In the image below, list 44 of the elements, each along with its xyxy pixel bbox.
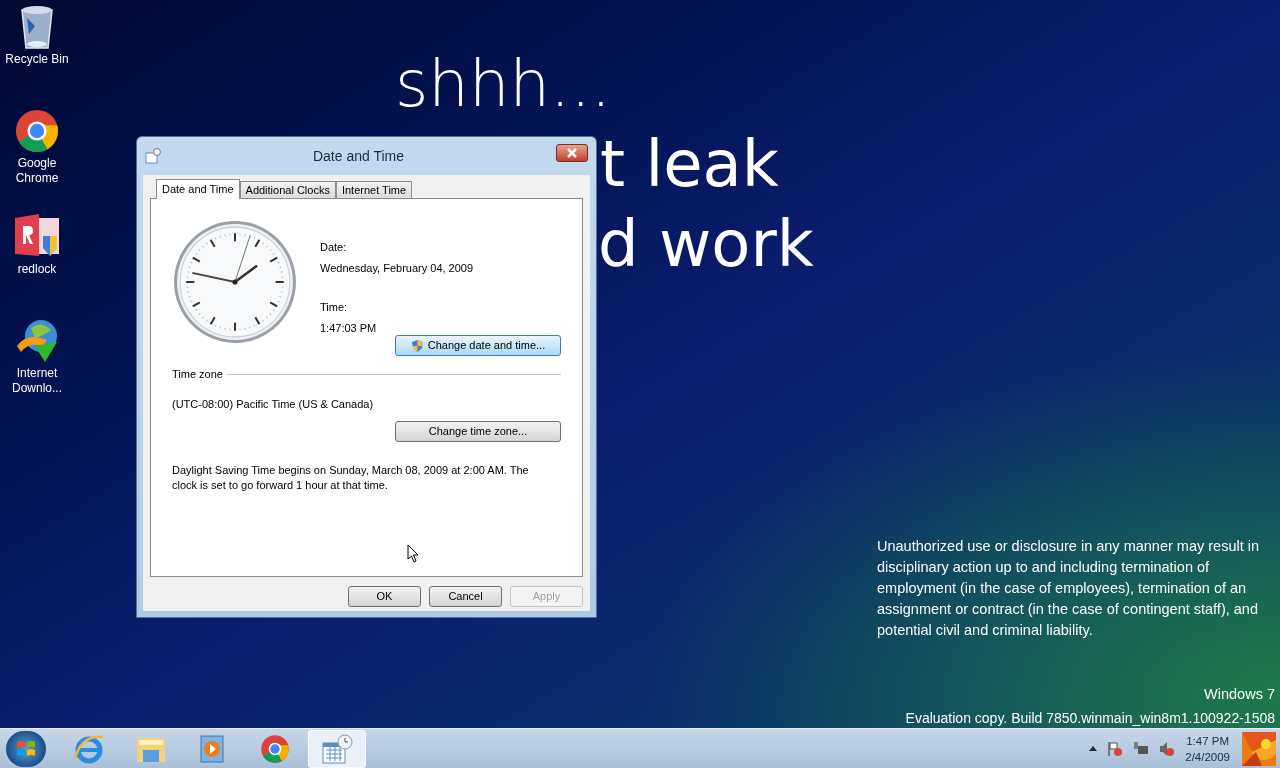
- os-name: Windows 7: [1204, 685, 1275, 704]
- section-heading: Time zone: [172, 367, 223, 382]
- time-value: 1:47:03 PM: [320, 320, 378, 336]
- legal-notice: Unauthorized use or disclosure in any manner may result in disciplinary action up to and including termination of employment (in the case of employees), termination of an assignment or contract (in the case of contingent staff), and potential civil and criminal liability.: [877, 537, 1261, 640]
- tab[interactable]: Internet Time: [335, 181, 413, 198]
- dialog-button[interactable]: Cancel: [429, 586, 502, 607]
- dialog-button[interactable]: OK: [348, 586, 421, 607]
- taskbar-button[interactable]: [308, 729, 366, 768]
- wallpaper-text: t leak: [600, 132, 779, 196]
- start-button[interactable]: [6, 730, 46, 767]
- tray-date[interactable]: 2/4/2009: [1185, 748, 1230, 765]
- calendar-clock-icon: [145, 148, 161, 164]
- tab[interactable]: Additional Clocks: [239, 181, 336, 198]
- media-player-icon: [199, 733, 227, 764]
- time-label: Time:: [320, 300, 349, 315]
- windows-logo-icon: [16, 739, 36, 758]
- calendar-clock-icon: [321, 732, 353, 765]
- chrome-icon: [260, 733, 290, 764]
- desktop-icon-label[interactable]: Google Chrome: [1, 156, 73, 186]
- desktop-icon-label[interactable]: Internet Downlo...: [1, 366, 73, 396]
- window-title: Date and Time: [311, 146, 406, 166]
- close-icon: [567, 148, 577, 158]
- change-timezone-button[interactable]: Change time zone...: [395, 421, 561, 442]
- chrome-icon: [14, 108, 60, 154]
- tab[interactable]: Date and Time: [156, 179, 240, 199]
- network-icon[interactable]: [1133, 740, 1150, 757]
- tray-time[interactable]: 1:47 PM: [1186, 732, 1230, 749]
- timezone-value: (UTC-08:00) Pacific Time (US & Canada): [172, 396, 375, 412]
- shield-icon: [410, 338, 424, 353]
- flag-error-icon[interactable]: [1107, 740, 1124, 757]
- date-value: Wednesday, February 04, 2009: [320, 260, 474, 276]
- show-hidden-icons-icon[interactable]: [1089, 746, 1098, 751]
- date-label: Date:: [320, 240, 348, 255]
- wallpaper-text: d work: [598, 212, 814, 276]
- speaker-muted-icon[interactable]: [1159, 740, 1176, 757]
- dst-note: Daylight Saving Time begins on Sunday, March 08, 2009 at 2:00 AM. The clock is set to go forward 1 hour at that time.: [172, 463, 530, 493]
- cursor-icon: [407, 544, 419, 563]
- desktop-icon-label[interactable]: Recycle Bin: [1, 52, 73, 67]
- wallpaper-text: shhh...: [395, 52, 612, 116]
- change-date-button[interactable]: Change date and time...: [395, 335, 561, 356]
- desktop-icon-label[interactable]: redlock: [1, 262, 73, 277]
- recycle-bin-icon: [19, 4, 55, 50]
- close-button[interactable]: [556, 144, 588, 162]
- build-info: Evaluation copy. Build 7850.winmain_win8m1.100922-1508: [905, 709, 1275, 728]
